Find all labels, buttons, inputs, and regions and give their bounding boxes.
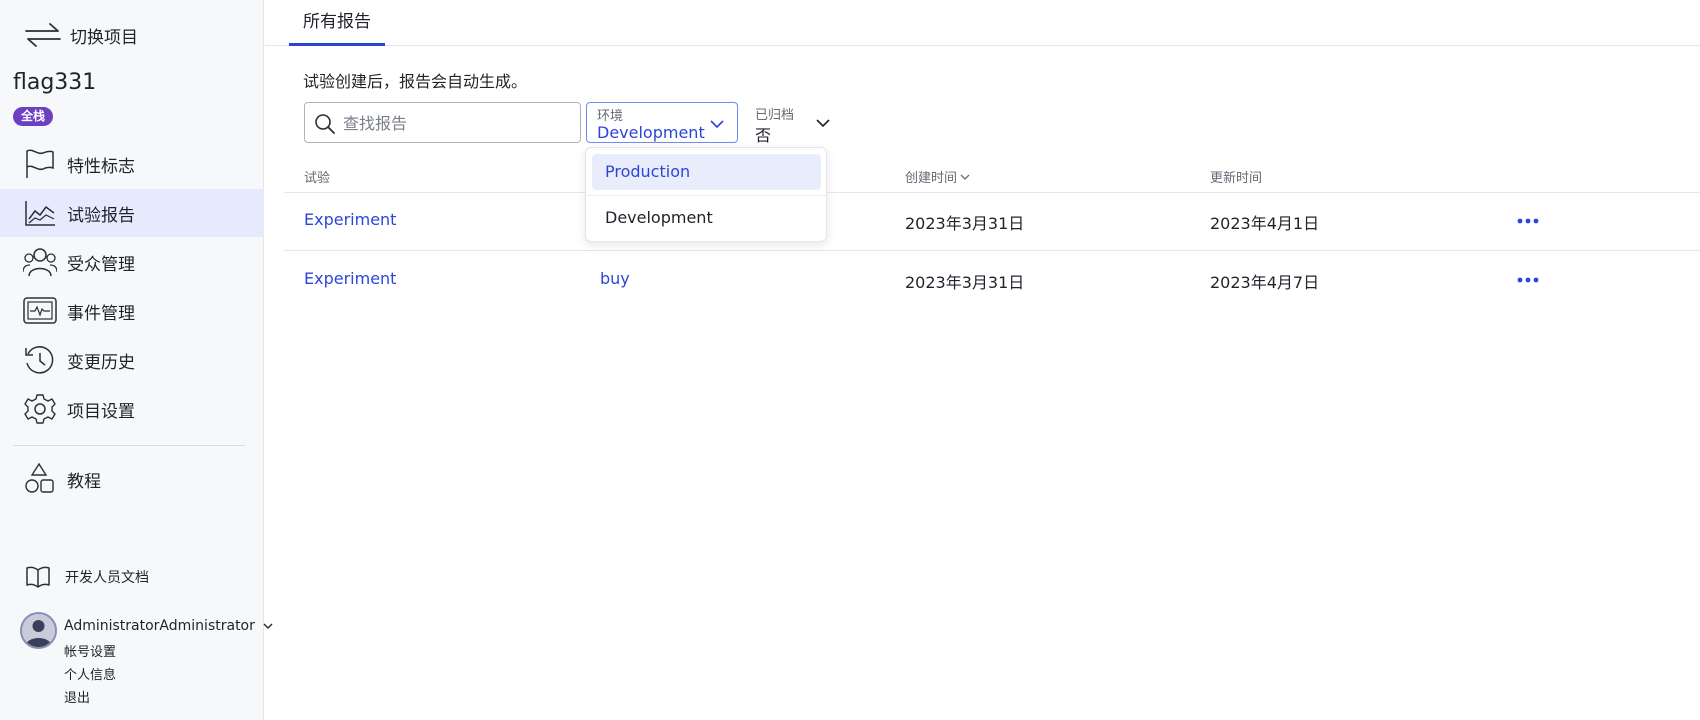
sidebar-item-label: 变更历史 bbox=[67, 352, 135, 373]
column-header-label: 更新时间 bbox=[1210, 171, 1263, 186]
environment-option-development[interactable]: Development bbox=[592, 200, 821, 236]
sidebar-item-label: 试验报告 bbox=[67, 205, 135, 226]
user-name-toggle[interactable]: AdministratorAdministrator bbox=[64, 618, 275, 634]
project-type-badge: 全栈 bbox=[13, 107, 54, 126]
more-dots-icon bbox=[1517, 277, 1539, 283]
archived-select-value: 否 bbox=[755, 126, 772, 145]
more-dots-icon bbox=[1517, 218, 1539, 224]
environment-select-value: Development bbox=[597, 123, 705, 142]
flag-icon bbox=[23, 148, 57, 180]
column-header-label: 创建时间 bbox=[905, 171, 958, 186]
switch-arrows-icon bbox=[25, 23, 61, 47]
table-header-divider bbox=[284, 192, 1700, 193]
account-settings-link[interactable]: 帐号设置 bbox=[64, 641, 116, 660]
switch-project-button[interactable]: 切换项目 bbox=[24, 20, 138, 50]
sidebar-item-label: 受众管理 bbox=[67, 254, 135, 275]
sidebar: 切换项目 flag331 全栈 特性标志 试验报告 受众管理 事件管理 变更历史 bbox=[0, 0, 273, 720]
updated-date: 2023年4月1日 bbox=[1210, 214, 1320, 233]
environment-select-caption: 环境 bbox=[597, 109, 624, 124]
gear-icon bbox=[23, 393, 57, 425]
chart-icon bbox=[23, 197, 57, 229]
user-name: AdministratorAdministrator bbox=[64, 618, 255, 634]
environment-dropdown: Production Development bbox=[585, 147, 827, 242]
sidebar-item-settings[interactable]: 项目设置 bbox=[0, 385, 264, 433]
search-box bbox=[304, 102, 581, 143]
updated-date: 2023年4月7日 bbox=[1210, 273, 1320, 292]
table-row-divider bbox=[284, 250, 1700, 251]
tab-bar: 所有报告 bbox=[265, 0, 1700, 46]
user-avatar-icon bbox=[25, 620, 52, 647]
developer-docs-label: 开发人员文档 bbox=[65, 570, 149, 586]
sidebar-item-label: 项目设置 bbox=[67, 401, 135, 422]
column-header-label: 试验 bbox=[304, 171, 331, 186]
column-header-updated[interactable]: 更新时间 bbox=[1210, 167, 1262, 186]
history-icon bbox=[23, 344, 57, 376]
sidebar-item-events[interactable]: 事件管理 bbox=[0, 287, 264, 335]
project-name: flag331 bbox=[13, 70, 97, 95]
sidebar-item-tutorial[interactable]: 教程 bbox=[0, 455, 264, 503]
experiment-link[interactable]: Experiment bbox=[304, 210, 396, 229]
sidebar-item-label: 事件管理 bbox=[67, 303, 135, 324]
search-icon bbox=[315, 114, 335, 134]
avatar[interactable] bbox=[20, 612, 57, 649]
row-actions-button[interactable] bbox=[1515, 211, 1541, 231]
reports-hint: 试验创建后，报告会自动生成。 bbox=[303, 72, 528, 91]
created-date: 2023年3月31日 bbox=[905, 214, 1025, 233]
search-input[interactable] bbox=[343, 107, 573, 139]
sort-chevron-icon bbox=[960, 174, 970, 180]
sidebar-item-feature-flags[interactable]: 特性标志 bbox=[0, 140, 264, 188]
column-header-created[interactable]: 创建时间 bbox=[905, 167, 971, 186]
sidebar-item-label: 教程 bbox=[67, 471, 101, 492]
developer-docs-link[interactable]: 开发人员文档 bbox=[25, 565, 149, 589]
sidebar-divider bbox=[13, 445, 245, 446]
dropdown-divider bbox=[586, 195, 826, 196]
chevron-down-icon bbox=[816, 119, 830, 128]
archived-select[interactable]: 已归档 否 bbox=[755, 102, 835, 145]
environment-option-production[interactable]: Production bbox=[592, 154, 821, 190]
switch-project-label: 切换项目 bbox=[70, 27, 138, 48]
shapes-icon bbox=[23, 462, 57, 495]
logout-link[interactable]: 退出 bbox=[64, 687, 90, 706]
archived-select-caption: 已归档 bbox=[755, 108, 795, 123]
book-icon bbox=[26, 566, 50, 588]
sidebar-item-audience[interactable]: 受众管理 bbox=[0, 238, 264, 286]
event-link[interactable]: buy bbox=[600, 269, 630, 288]
profile-link[interactable]: 个人信息 bbox=[64, 664, 116, 683]
created-date: 2023年3月31日 bbox=[905, 273, 1025, 292]
main-content: 所有报告 试验创建后，报告会自动生成。 环境 Development 已归档 否… bbox=[265, 0, 1700, 720]
chevron-down-icon bbox=[710, 120, 724, 129]
event-icon bbox=[23, 295, 57, 327]
environment-select[interactable]: 环境 Development bbox=[586, 102, 738, 143]
users-icon bbox=[22, 246, 58, 278]
sidebar-item-history[interactable]: 变更历史 bbox=[0, 336, 264, 384]
sidebar-item-label: 特性标志 bbox=[67, 156, 135, 177]
tab-all-reports[interactable]: 所有报告 bbox=[289, 0, 385, 46]
sidebar-item-experiment-reports[interactable]: 试验报告 bbox=[0, 189, 264, 237]
row-actions-button[interactable] bbox=[1515, 270, 1541, 290]
column-header-experiment[interactable]: 试验 bbox=[304, 167, 330, 186]
experiment-link[interactable]: Experiment bbox=[304, 269, 396, 288]
